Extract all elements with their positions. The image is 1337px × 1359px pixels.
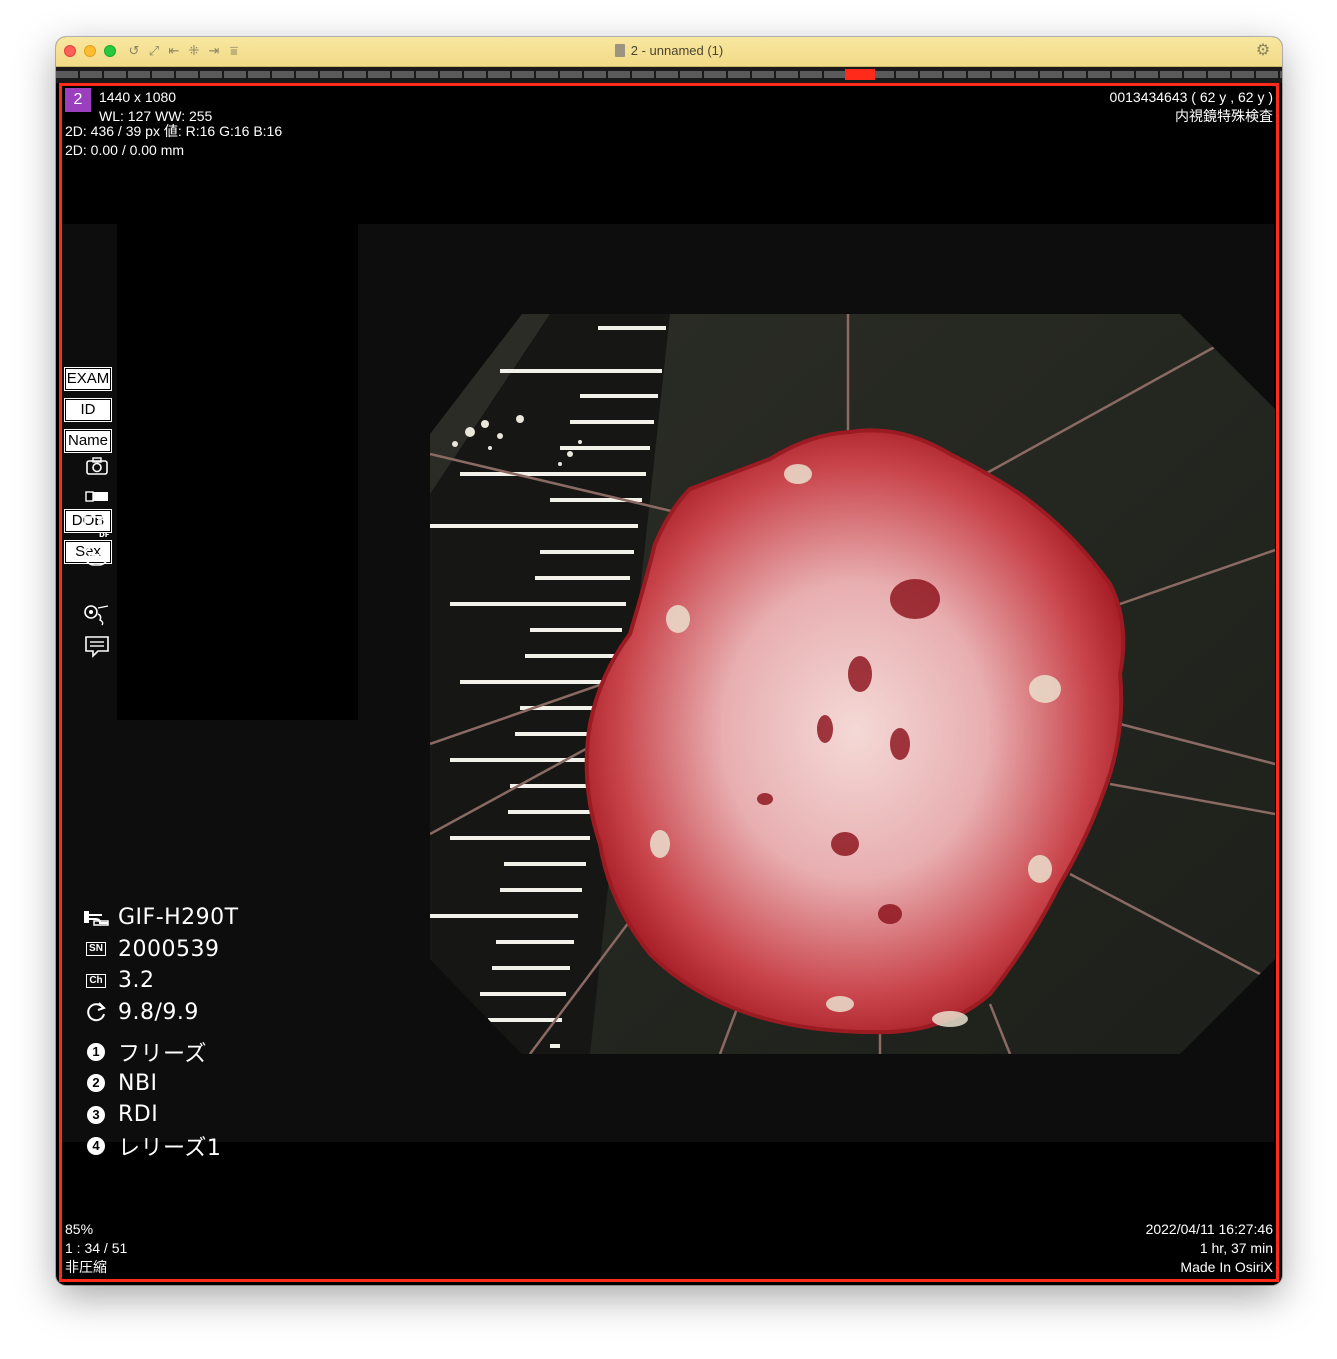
svg-text:DF: DF [99,531,110,538]
scope-serial: 2000539 [118,936,220,962]
scope-model: GIF-H290T [118,905,239,931]
display-df-icon: DF [84,516,110,538]
camera-icon [86,457,108,475]
gear-icon[interactable]: ⚙ [1254,42,1272,60]
made-in-label: Made In OsiriX [1180,1259,1273,1275]
button-row-1: 1 フリーズ [82,1036,239,1068]
scope-serial-row: SN 2000539 [82,934,239,966]
patient-id-age: 0013434643 ( 62 y , 62 y ) [1109,89,1273,105]
scrubber-thumb[interactable] [845,69,875,80]
endoscope-icon [84,910,109,926]
button-3-icon: 3 [87,1105,105,1124]
comment-icon [85,636,109,658]
air-water-icon [84,605,109,626]
name-label: Name [64,429,112,453]
endoscopic-image [430,314,1275,1054]
document-icon [614,44,625,57]
image-dimensions: 1440 x 1080 [99,89,177,105]
serial-number-icon: SN [86,942,106,957]
id-label: ID [64,398,112,422]
viewer-window: ↺ ⤢ ⇤ ⁜ ⇥ ⩸ 2 - unnamed (1) ⚙ EXAM ID Na… [56,37,1282,1285]
series-number-badge: 2 [65,88,91,112]
elapsed-time: 1 hr, 37 min [1199,1240,1273,1256]
overlay-top-left: 2 1440 x 1080 WL: 127 WW: 255 2D: 436 / … [65,88,282,160]
button-1-icon: 1 [87,1042,105,1061]
scrubber-track[interactable] [56,71,1282,78]
pixel-value: 2D: 436 / 39 px 値: R:16 G:16 B:16 [65,123,283,139]
channel-icon: Ch [86,973,106,988]
scope-channel: 3.2 [118,968,155,994]
enhance-icon: ENH [84,546,109,566]
button-4-icon: 4 [87,1137,105,1156]
window-title: 2 - unnamed (1) [56,43,1282,58]
acquisition-datetime: 2022/04/11 16:27:46 [1145,1221,1273,1237]
compression-status: 非圧縮 [65,1259,107,1275]
patient-info-mask [117,224,358,720]
window-title-text: 2 - unnamed (1) [630,43,724,58]
svg-text:ENH: ENH [88,553,107,562]
zoom-level: 85% [65,1221,94,1237]
overlay-bottom-left: 85% 1 : 34 / 51 非圧縮 [65,1220,127,1277]
scope-info: GIF-H290T SN 2000539 Ch 3.2 9.8/9.9 1 フリ… [82,902,239,1162]
overlay-bottom-right: 2022/04/11 16:27:46 1 hr, 37 min Made In… [1146,1220,1273,1277]
overlay-top-right: 0013434643 ( 62 y , 62 y ) 内視鏡特殊検査 [1110,88,1273,126]
image-index: 1 : 34 / 51 [65,1240,128,1256]
series-scrubber[interactable] [56,67,1282,83]
button-2-label: NBI [118,1070,158,1096]
button-row-3: 3 RDI [82,1099,239,1131]
scope-model-row: GIF-H290T [82,902,239,934]
refresh-icon [87,1002,106,1022]
scope-channel-row: Ch 3.2 [82,965,239,997]
button-4-label: レリーズ1 [118,1136,222,1162]
scope-ratio: 9.8/9.9 [118,999,199,1025]
button-3-label: RDI [118,1102,159,1128]
button-1-label: フリーズ [118,1041,207,1067]
study-description: 内視鏡特殊検査 [1175,108,1273,124]
battery-icon [85,491,108,502]
image-viewer[interactable]: EXAM ID Name DOB Sex DF ENH GIF-H290T SN… [59,83,1279,1282]
position-mm: 2D: 0.00 / 0.00 mm [65,142,185,158]
scope-ratio-row: 9.8/9.9 [82,997,239,1029]
button-2-icon: 2 [87,1074,105,1093]
button-row-4: 4 レリーズ1 [82,1131,239,1163]
title-bar: ↺ ⤢ ⇤ ⁜ ⇥ ⩸ 2 - unnamed (1) ⚙ [56,37,1282,67]
exam-label: EXAM [64,367,112,391]
button-row-2: 2 NBI [82,1068,239,1100]
